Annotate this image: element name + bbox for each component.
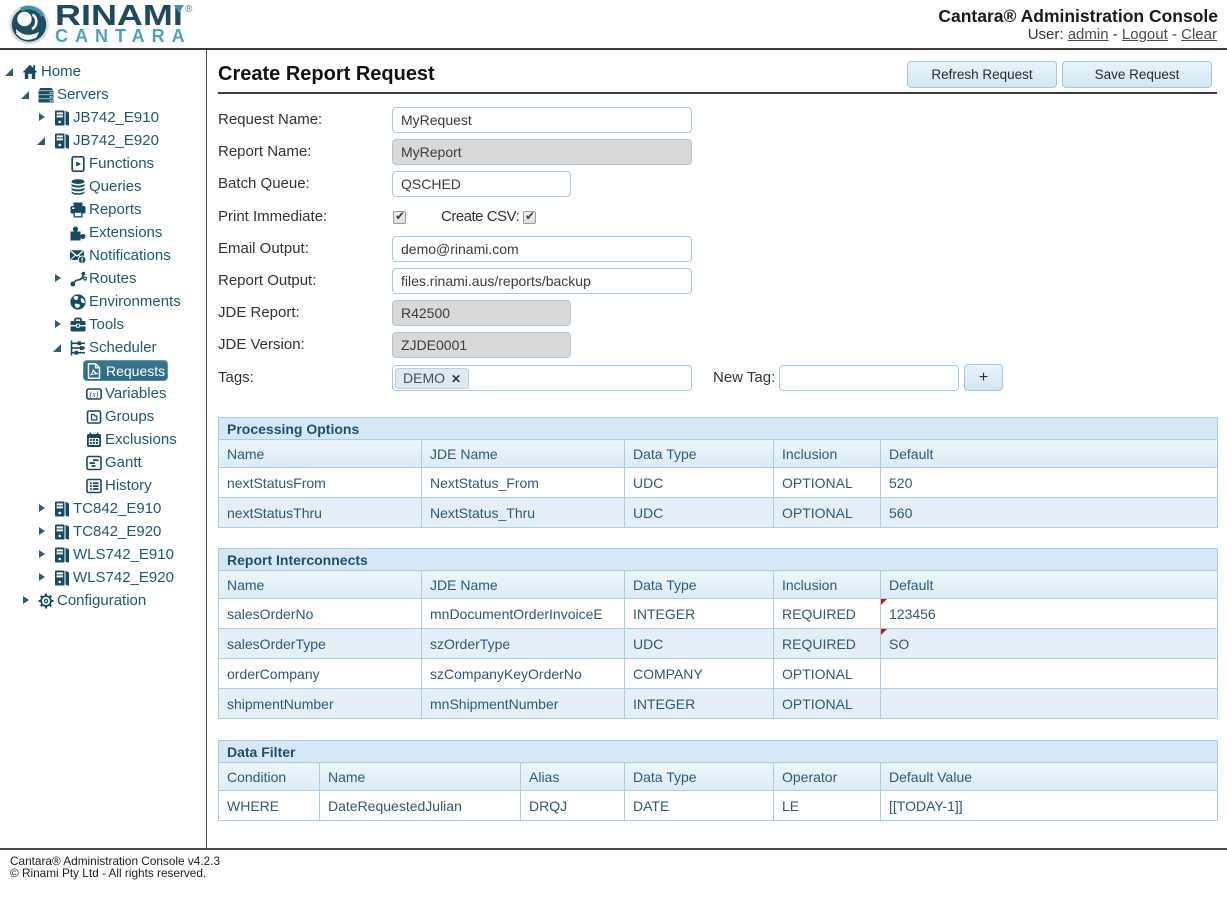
svg-text:(x): (x) bbox=[90, 389, 99, 398]
